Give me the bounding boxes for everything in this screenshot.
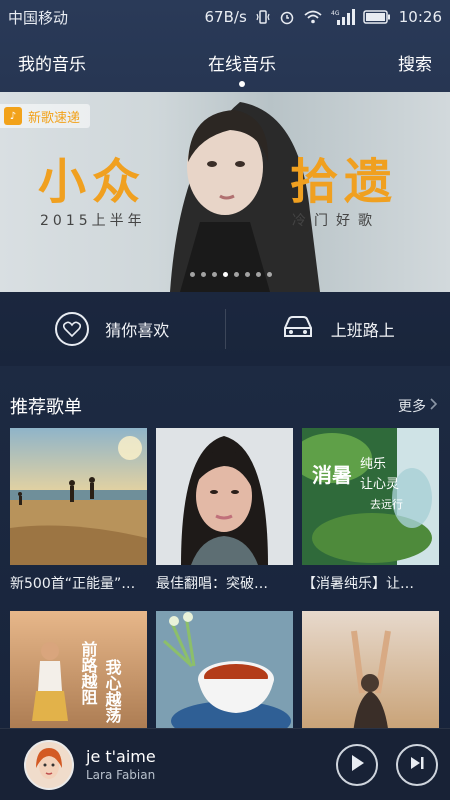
chevron-right-icon <box>430 398 438 414</box>
alarm-icon <box>279 9 295 25</box>
banner-dot[interactable] <box>267 272 272 277</box>
more-label: 更多 <box>398 399 426 415</box>
play-button[interactable] <box>336 743 378 786</box>
svg-text:4G: 4G <box>331 10 340 17</box>
recommended-playlists-header: 推荐歌单 更多 <box>0 388 450 424</box>
guess-you-like-button[interactable]: 猜你喜欢 <box>0 292 225 366</box>
commute-label: 上班路上 <box>330 321 395 340</box>
song-title: je t'aime <box>86 747 156 766</box>
commute-button[interactable]: 上班路上 <box>226 292 450 366</box>
carrier-name: 中国移动 <box>8 8 69 27</box>
top-tab-bar: 我的音乐 在线音乐 搜索 <box>0 34 450 90</box>
playlist-cover-beach <box>10 428 147 565</box>
wifi-icon <box>303 9 323 25</box>
status-indicators: 67B/s 4G 10:26 <box>205 8 442 26</box>
banner-dot[interactable] <box>201 272 206 277</box>
cellular-signal-icon: 4G <box>331 9 355 25</box>
banner-dot[interactable] <box>256 272 261 277</box>
now-playing-info[interactable]: je t'aime Lara Fabian <box>86 747 318 782</box>
banner-title-right: 拾遗 <box>290 154 399 210</box>
featured-banner[interactable]: ♪ 新歌速递 小众 拾遗 2015上半年 冷门好歌 <box>0 92 450 292</box>
more-link[interactable]: 更多 <box>398 396 438 416</box>
section-title: 推荐歌单 <box>10 397 82 418</box>
banner-title-left: 小众 <box>38 154 147 210</box>
vibrate-icon <box>255 9 271 25</box>
banner-badge: ♪ 新歌速递 <box>0 104 91 128</box>
svg-text:我心越荡: 我心越荡 <box>103 658 123 724</box>
banner-dot[interactable] <box>245 272 250 277</box>
playlist-grid: 新500首“正能量”… 最佳翻唱：突破… 消暑 纯乐 让心灵 去远行 【消暑纯乐… <box>10 428 440 603</box>
playlist-cover-waterfall: 消暑 纯乐 让心灵 去远行 <box>302 428 439 565</box>
album-art-avatar[interactable] <box>24 739 74 790</box>
status-bar: 中国移动 67B/s 4G 10:26 <box>0 0 450 34</box>
tab-my-music[interactable]: 我的音乐 <box>18 50 86 75</box>
quick-actions: 猜你喜欢 上班路上 <box>0 292 450 366</box>
banner-pagination <box>190 272 272 277</box>
play-icon <box>349 754 365 776</box>
battery-icon <box>363 10 391 24</box>
banner-dot[interactable] <box>212 272 217 277</box>
svg-text:去远行: 去远行 <box>370 498 403 511</box>
network-speed: 67B/s <box>204 8 247 26</box>
banner-dot[interactable] <box>190 272 195 277</box>
playlist-cover-portrait <box>156 428 293 565</box>
svg-text:前路越阻: 前路越阻 <box>79 640 99 706</box>
tab-search[interactable]: 搜索 <box>398 50 432 75</box>
guess-you-like-label: 猜你喜欢 <box>105 321 170 340</box>
playlist-title: 最佳翻唱：突破… <box>156 576 268 592</box>
playlist-card[interactable]: 最佳翻唱：突破… <box>156 428 293 603</box>
banner-subtitle-left: 2015上半年 <box>40 213 146 229</box>
skip-next-icon <box>409 755 425 775</box>
svg-text:让心灵: 让心灵 <box>360 477 399 492</box>
banner-dot-active[interactable] <box>223 272 228 277</box>
new-songs-logo-icon: ♪ <box>4 107 22 125</box>
playlist-card[interactable]: 新500首“正能量”… <box>10 428 147 603</box>
app-screen: 中国移动 67B/s 4G 10:26 我的音乐 在线音乐 搜索 ♪ 新歌速递 … <box>0 0 450 800</box>
heart-icon <box>55 312 90 346</box>
banner-subtitle-right: 冷门好歌 <box>292 213 380 229</box>
playlist-title: 新500首“正能量”… <box>10 576 136 592</box>
banner-dot[interactable] <box>234 272 239 277</box>
clock: 10:26 <box>398 8 442 26</box>
next-button[interactable] <box>396 743 438 786</box>
svg-text:纯乐: 纯乐 <box>360 457 386 472</box>
banner-badge-label: 新歌速递 <box>28 110 81 126</box>
svg-text:消暑: 消暑 <box>312 463 352 487</box>
mini-player[interactable]: je t'aime Lara Fabian <box>0 728 450 800</box>
playlist-title: 【消暑纯乐】让… <box>302 576 414 592</box>
playlist-card[interactable]: 消暑 纯乐 让心灵 去远行 【消暑纯乐】让… <box>302 428 439 603</box>
car-icon <box>281 314 315 344</box>
song-artist: Lara Fabian <box>86 768 156 782</box>
tab-online-music[interactable]: 在线音乐 <box>208 50 276 75</box>
